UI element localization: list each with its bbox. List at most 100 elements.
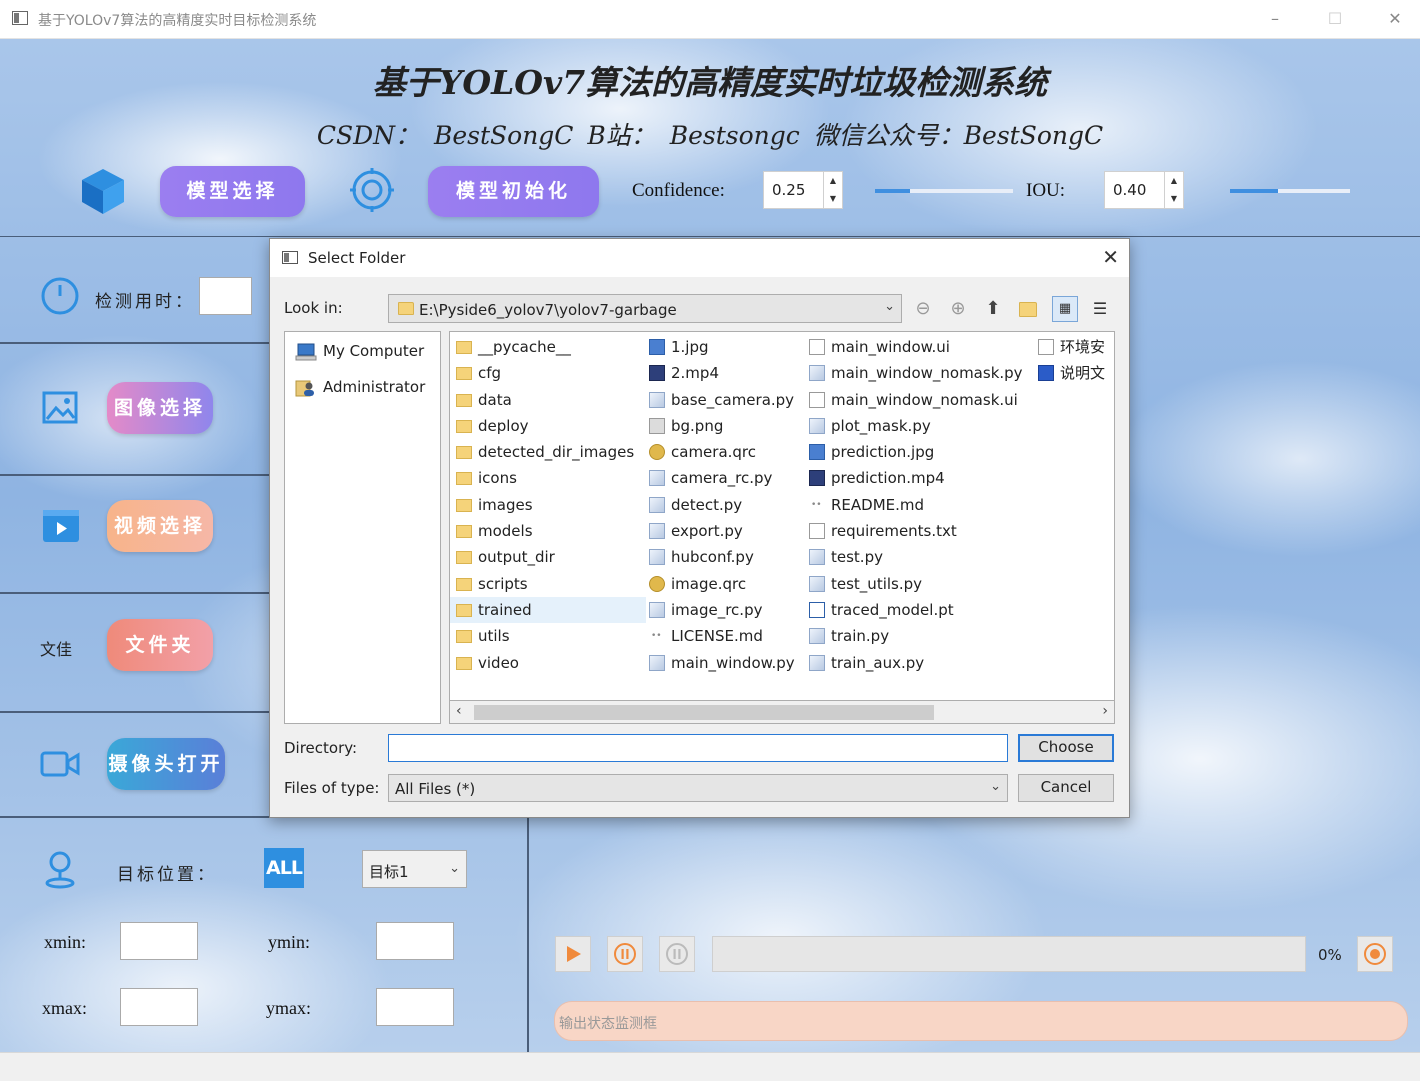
places-sidebar: My Computer Administrator bbox=[284, 331, 441, 724]
file-list-item[interactable]: scripts bbox=[450, 571, 646, 597]
video-select-button[interactable]: 视频选择 bbox=[107, 500, 213, 552]
file-list-item[interactable]: main_window_nomask.ui bbox=[803, 387, 1031, 413]
model-select-button[interactable]: 模型选择 bbox=[160, 166, 305, 217]
spin-up-icon[interactable]: ▲ bbox=[824, 172, 842, 190]
file-list-item[interactable]: bg.png bbox=[643, 413, 805, 439]
file-list-item[interactable]: camera_rc.py bbox=[643, 465, 805, 491]
file-list-item[interactable]: models bbox=[450, 518, 646, 544]
spin-up-icon[interactable]: ▲ bbox=[1165, 172, 1183, 190]
directory-input[interactable] bbox=[388, 734, 1008, 762]
scroll-right-icon[interactable]: › bbox=[1102, 703, 1108, 719]
panel-divider bbox=[0, 816, 270, 818]
cancel-button[interactable]: Cancel bbox=[1018, 774, 1114, 802]
file-list-item[interactable]: output_dir bbox=[450, 544, 646, 570]
target-settings-icon bbox=[350, 168, 394, 212]
pause-button[interactable] bbox=[607, 936, 643, 972]
file-list-item[interactable]: main_window_nomask.py bbox=[803, 360, 1031, 386]
video-progress-bar[interactable] bbox=[712, 936, 1306, 972]
file-list-item[interactable]: traced_model.pt bbox=[803, 597, 1031, 623]
file-list-item[interactable]: image.qrc bbox=[643, 571, 805, 597]
file-name: README.md bbox=[831, 495, 925, 514]
file-list-item[interactable]: base_camera.py bbox=[643, 387, 805, 413]
file-list-item[interactable]: 说明文 bbox=[1032, 360, 1114, 386]
forward-arrow-icon[interactable]: ⊕ bbox=[945, 296, 971, 322]
file-list-item[interactable]: deploy bbox=[450, 413, 646, 439]
dialog-close-icon[interactable]: ✕ bbox=[1102, 245, 1119, 269]
file-list-item[interactable]: utils bbox=[450, 623, 646, 649]
file-list-item[interactable]: camera.qrc bbox=[643, 439, 805, 465]
file-list-item[interactable]: prediction.jpg bbox=[803, 439, 1031, 465]
file-list-item[interactable]: 2.mp4 bbox=[643, 360, 805, 386]
file-list-horizontal-scrollbar[interactable]: ‹ › bbox=[449, 700, 1115, 724]
file-list: __pycache__ cfg data deploy detected_dir_ima… bbox=[449, 331, 1115, 724]
back-arrow-icon[interactable]: ⊖ bbox=[910, 296, 936, 322]
choose-button[interactable]: Choose bbox=[1018, 734, 1114, 762]
target-position-label: 目标位置： bbox=[117, 865, 217, 885]
parent-directory-icon[interactable]: ⬆ bbox=[980, 296, 1006, 322]
stop-button[interactable] bbox=[659, 936, 695, 972]
iou-label: IOU: bbox=[1026, 180, 1066, 201]
look-in-label: Look in: bbox=[284, 299, 343, 317]
file-list-item[interactable]: cfg bbox=[450, 360, 646, 386]
file-list-item[interactable]: trained bbox=[450, 596, 646, 624]
iou-slider[interactable] bbox=[1230, 189, 1350, 193]
file-list-item[interactable]: __pycache__ bbox=[450, 334, 646, 360]
file-list-item[interactable]: video bbox=[450, 650, 646, 676]
spin-down-icon[interactable]: ▼ bbox=[824, 190, 842, 208]
iou-spinbox[interactable]: 0.40 ▲ ▼ bbox=[1104, 171, 1184, 209]
file-list-item[interactable]: icons bbox=[450, 465, 646, 491]
image-select-button[interactable]: 图像选择 bbox=[107, 382, 213, 434]
record-button[interactable] bbox=[1357, 936, 1393, 972]
file-list-item[interactable]: train.py bbox=[803, 623, 1031, 649]
scrollbar-thumb[interactable] bbox=[474, 705, 934, 720]
file-list-item[interactable]: main_window.ui bbox=[803, 334, 1031, 360]
all-targets-badge[interactable]: ALL bbox=[264, 848, 304, 888]
new-folder-icon[interactable] bbox=[1015, 296, 1041, 322]
place-administrator[interactable]: Administrator bbox=[295, 378, 425, 397]
target-select-value: 目标1 bbox=[369, 863, 409, 881]
file-name: scripts bbox=[478, 574, 528, 593]
file-list-item[interactable]: plot_mask.py bbox=[803, 413, 1031, 439]
camera-open-button[interactable]: 摄像头打开 bbox=[107, 738, 225, 790]
folder-icon bbox=[456, 551, 472, 565]
list-view-icon[interactable]: ▦ bbox=[1052, 296, 1078, 322]
spin-down-icon[interactable]: ▼ bbox=[1165, 190, 1183, 208]
target-select-dropdown[interactable]: 目标1 ⌄ bbox=[362, 850, 467, 888]
file-list-item[interactable]: test_utils.py bbox=[803, 571, 1031, 597]
file-list-item[interactable]: 1.jpg bbox=[643, 334, 805, 360]
file-list-item[interactable]: prediction.mp4 bbox=[803, 465, 1031, 491]
folder-select-button[interactable]: 文件夹 bbox=[107, 619, 213, 671]
file-list-item[interactable]: 环境安 bbox=[1032, 334, 1114, 360]
file-list-item[interactable]: detect.py bbox=[643, 492, 805, 518]
file-list-item[interactable]: README.md bbox=[803, 492, 1031, 518]
file-list-item[interactable]: image_rc.py bbox=[643, 597, 805, 623]
confidence-slider-fill bbox=[875, 189, 910, 193]
model-init-button[interactable]: 模型初始化 bbox=[428, 166, 599, 217]
maximize-button[interactable]: ☐ bbox=[1312, 5, 1358, 33]
file-list-item[interactable]: main_window.py bbox=[643, 650, 805, 676]
file-list-item[interactable]: LICENSE.md bbox=[643, 623, 805, 649]
python-file-icon bbox=[649, 654, 665, 671]
file-list-item[interactable]: test.py bbox=[803, 544, 1031, 570]
confidence-spinbox[interactable]: 0.25 ▲ ▼ bbox=[763, 171, 843, 209]
minimize-button[interactable]: – bbox=[1252, 5, 1298, 33]
scroll-left-icon[interactable]: ‹ bbox=[456, 703, 462, 719]
file-list-item[interactable]: train_aux.py bbox=[803, 650, 1031, 676]
python-file-icon bbox=[809, 417, 825, 434]
detail-view-icon[interactable]: ☰ bbox=[1087, 296, 1113, 322]
file-list-item[interactable]: export.py bbox=[643, 518, 805, 544]
select-folder-dialog: Select Folder ✕ Look in: E:\Pyside6_yolo… bbox=[269, 238, 1130, 818]
file-list-item[interactable]: requirements.txt bbox=[803, 518, 1031, 544]
files-of-type-dropdown[interactable]: All Files (*) ⌄ bbox=[388, 774, 1008, 802]
file-list-item[interactable]: data bbox=[450, 387, 646, 413]
look-in-dropdown[interactable]: E:\Pyside6_yolov7\yolov7-garbage ⌄ bbox=[388, 294, 902, 323]
file-list-item[interactable]: detected_dir_images bbox=[450, 439, 646, 465]
file-list-item[interactable]: hubconf.py bbox=[643, 544, 805, 570]
play-button[interactable] bbox=[555, 936, 591, 972]
confidence-slider[interactable] bbox=[875, 189, 1013, 193]
file-list-item[interactable]: images bbox=[450, 492, 646, 518]
close-window-button[interactable]: ✕ bbox=[1372, 5, 1418, 33]
files-of-type-value: All Files (*) bbox=[395, 780, 476, 798]
place-my-computer[interactable]: My Computer bbox=[295, 342, 424, 361]
qrc-file-icon bbox=[649, 444, 665, 461]
